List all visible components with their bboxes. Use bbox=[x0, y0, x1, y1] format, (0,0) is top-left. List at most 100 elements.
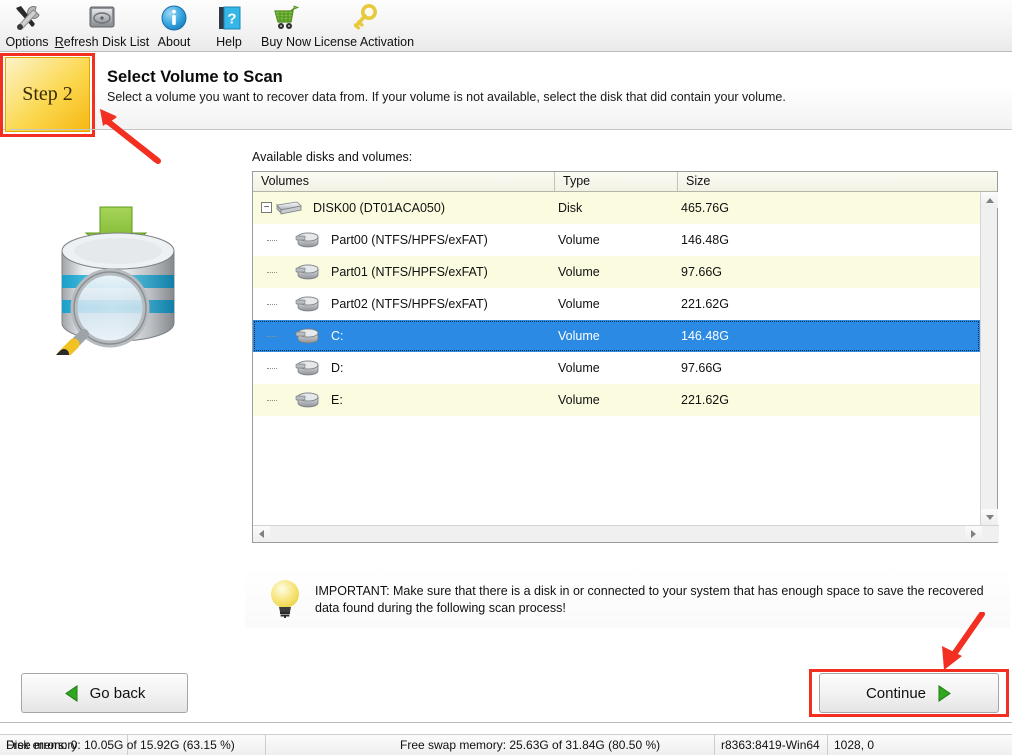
volume-name-label: Part00 (NTFS/HPFS/exFAT) bbox=[331, 233, 488, 247]
cell-volume-name: D: bbox=[295, 358, 344, 378]
column-header-volumes[interactable]: Volumes bbox=[253, 172, 555, 191]
table-row[interactable]: Part02 (NTFS/HPFS/exFAT) Volume 221.62G bbox=[253, 288, 980, 320]
tree-branch-line bbox=[267, 336, 277, 337]
cell-volume-name: C: bbox=[295, 326, 344, 346]
cell-volume-size: 465.76G bbox=[681, 201, 729, 215]
cell-volume-type: Volume bbox=[558, 233, 600, 247]
table-row[interactable]: Part01 (NTFS/HPFS/exFAT) Volume 97.66G bbox=[253, 256, 980, 288]
tree-branch-line bbox=[267, 368, 277, 369]
cell-volume-type: Disk bbox=[558, 201, 583, 215]
status-free-memory: Free memory: 10.05G of 15.92G (63.15 %) bbox=[0, 735, 266, 755]
cell-volume-name: Part01 (NTFS/HPFS/exFAT) bbox=[295, 262, 488, 282]
table-rows: − DISK00 (DT01ACA050) Disk 465.76G Part00 (N… bbox=[253, 192, 980, 416]
shopping-cart-icon bbox=[269, 2, 303, 34]
toolbar-button-help[interactable]: ? Help bbox=[206, 1, 252, 51]
page-title: Select Volume to Scan bbox=[107, 68, 283, 86]
disk-icon bbox=[275, 200, 305, 216]
key-icon bbox=[347, 2, 381, 34]
arrow-right-icon bbox=[938, 684, 951, 702]
step-indicator-label: Step 2 bbox=[22, 83, 73, 105]
vertical-scrollbar[interactable] bbox=[980, 192, 998, 525]
status-free-swap-memory: Free swap memory: 25.63G of 31.84G (80.5… bbox=[394, 735, 715, 755]
volume-icon bbox=[295, 294, 325, 314]
toolbar-button-about[interactable]: About bbox=[150, 1, 198, 51]
tree-branch-line bbox=[267, 304, 277, 305]
cell-volume-type: Volume bbox=[558, 393, 600, 407]
application-window: Options Refresh Disk List About ? Help B… bbox=[0, 0, 1012, 755]
column-header-type[interactable]: Type bbox=[555, 172, 678, 191]
volume-icon bbox=[295, 230, 325, 250]
status-bar: Disk errors: 0 Free memory: 10.05G of 15… bbox=[0, 734, 1012, 755]
continue-label: Continue bbox=[865, 684, 927, 702]
cell-volume-name: DISK00 (DT01ACA050) bbox=[275, 200, 445, 216]
volume-name-label: Part02 (NTFS/HPFS/exFAT) bbox=[331, 297, 488, 311]
tree-expander-collapse[interactable]: − bbox=[261, 202, 272, 213]
toolbar-button-license-activation[interactable]: License Activation bbox=[305, 1, 423, 51]
info-circle-icon bbox=[157, 2, 191, 34]
tree-branch-line bbox=[267, 272, 277, 273]
horizontal-scrollbar[interactable] bbox=[253, 525, 999, 542]
cell-volume-size: 221.62G bbox=[681, 297, 729, 311]
lightbulb-icon bbox=[263, 576, 307, 620]
important-notice-text: IMPORTANT: Make sure that there is a dis… bbox=[315, 584, 984, 615]
volume-icon bbox=[295, 262, 325, 282]
volume-name-label: D: bbox=[331, 361, 344, 375]
toolbar-label-help: Help bbox=[216, 35, 242, 49]
scroll-left-button[interactable] bbox=[253, 526, 270, 542]
toolbar-button-refresh-disk-list[interactable]: Refresh Disk List bbox=[55, 1, 149, 51]
volume-name-label: C: bbox=[331, 329, 344, 343]
disks-and-volumes-table: Volumes Type Size − DISK00 (DT01ACA050) Di… bbox=[252, 171, 999, 543]
help-book-icon: ? bbox=[212, 2, 246, 34]
important-notice: IMPORTANT: Make sure that there is a dis… bbox=[245, 566, 1010, 628]
cell-volume-type: Volume bbox=[558, 297, 600, 311]
cell-volume-type: Volume bbox=[558, 265, 600, 279]
page-subtitle: Select a volume you want to recover data… bbox=[107, 90, 786, 104]
cell-volume-size: 97.66G bbox=[681, 361, 723, 375]
cell-volume-name: Part00 (NTFS/HPFS/exFAT) bbox=[295, 230, 488, 250]
tree-branch-line bbox=[267, 240, 277, 241]
scroll-down-button[interactable] bbox=[981, 509, 998, 525]
volume-name-label: Part01 (NTFS/HPFS/exFAT) bbox=[331, 265, 488, 279]
scroll-right-button[interactable] bbox=[965, 526, 982, 542]
database-scan-illustration bbox=[40, 205, 200, 366]
cell-volume-size: 221.62G bbox=[681, 393, 729, 407]
go-back-button[interactable]: Go back bbox=[21, 673, 188, 713]
cell-volume-size: 97.66G bbox=[681, 265, 723, 279]
table-body: − DISK00 (DT01ACA050) Disk 465.76G Part00 (N… bbox=[253, 192, 997, 542]
continue-button[interactable]: Continue bbox=[819, 673, 999, 713]
footer-divider bbox=[0, 722, 1012, 723]
table-row[interactable]: − DISK00 (DT01ACA050) Disk 465.76G bbox=[253, 192, 980, 224]
step-indicator: Step 2 bbox=[5, 57, 90, 132]
cell-volume-size: 146.48G bbox=[681, 233, 729, 247]
volume-icon bbox=[295, 358, 325, 378]
table-row[interactable]: E: Volume 221.62G bbox=[253, 384, 980, 416]
table-row[interactable]: C: Volume 146.48G bbox=[253, 320, 980, 352]
table-caption: Available disks and volumes: bbox=[252, 150, 413, 164]
status-coordinates: 1028, 0 bbox=[834, 738, 875, 752]
table-row[interactable]: D: Volume 97.66G bbox=[253, 352, 980, 384]
scroll-up-button[interactable] bbox=[981, 192, 998, 208]
toolbar-label-buy-now: Buy Now bbox=[260, 35, 312, 49]
tools-icon bbox=[10, 2, 44, 34]
main-toolbar: Options Refresh Disk List About ? Help B… bbox=[0, 0, 1012, 52]
cell-volume-name: Part02 (NTFS/HPFS/exFAT) bbox=[295, 294, 488, 314]
cell-volume-type: Volume bbox=[558, 361, 600, 375]
status-build-version: r8363:8419-Win64 bbox=[715, 735, 828, 755]
arrow-left-icon bbox=[64, 684, 78, 702]
toolbar-label-license-activation: License Activation bbox=[313, 35, 415, 49]
volume-name-label: E: bbox=[331, 393, 343, 407]
table-header-row: Volumes Type Size bbox=[253, 172, 997, 192]
table-row[interactable]: Part00 (NTFS/HPFS/exFAT) Volume 146.48G bbox=[253, 224, 980, 256]
volume-icon bbox=[295, 326, 325, 346]
volume-name-label: DISK00 (DT01ACA050) bbox=[313, 201, 446, 215]
toolbar-label-about: About bbox=[157, 35, 191, 49]
cell-volume-type: Volume bbox=[558, 329, 600, 343]
toolbar-button-options[interactable]: Options bbox=[2, 1, 52, 51]
disk-drive-icon bbox=[85, 2, 119, 34]
toolbar-label-options: Options bbox=[5, 35, 49, 49]
tree-branch-line bbox=[267, 400, 277, 401]
cell-volume-name: E: bbox=[295, 390, 343, 410]
column-header-size[interactable]: Size bbox=[678, 172, 997, 191]
header-divider bbox=[10, 129, 1002, 130]
volume-icon bbox=[295, 390, 325, 410]
